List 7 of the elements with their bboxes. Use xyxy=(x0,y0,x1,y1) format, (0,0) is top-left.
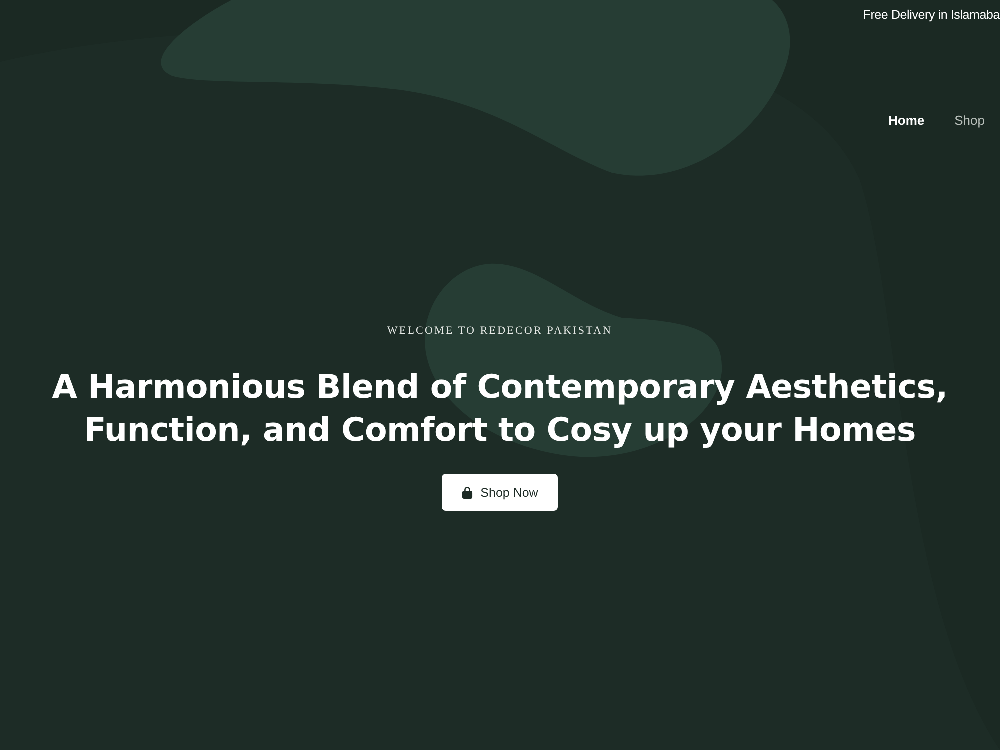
nav-link[interactable]: Shop xyxy=(954,112,985,129)
shop-now-button[interactable]: Shop Now xyxy=(442,474,558,511)
eyebrow-text: WELCOME TO REDECOR PAKISTAN xyxy=(387,324,613,338)
nav-link[interactable]: Home xyxy=(888,112,925,129)
shopping-bag-icon xyxy=(462,486,473,498)
promo-text: Free Delivery in Islamaba xyxy=(863,8,1000,24)
hero-heading: A Harmonious Blend of Contemporary Aesthetics, Function, and Comfort to Cosy up your Homes xyxy=(51,367,949,451)
